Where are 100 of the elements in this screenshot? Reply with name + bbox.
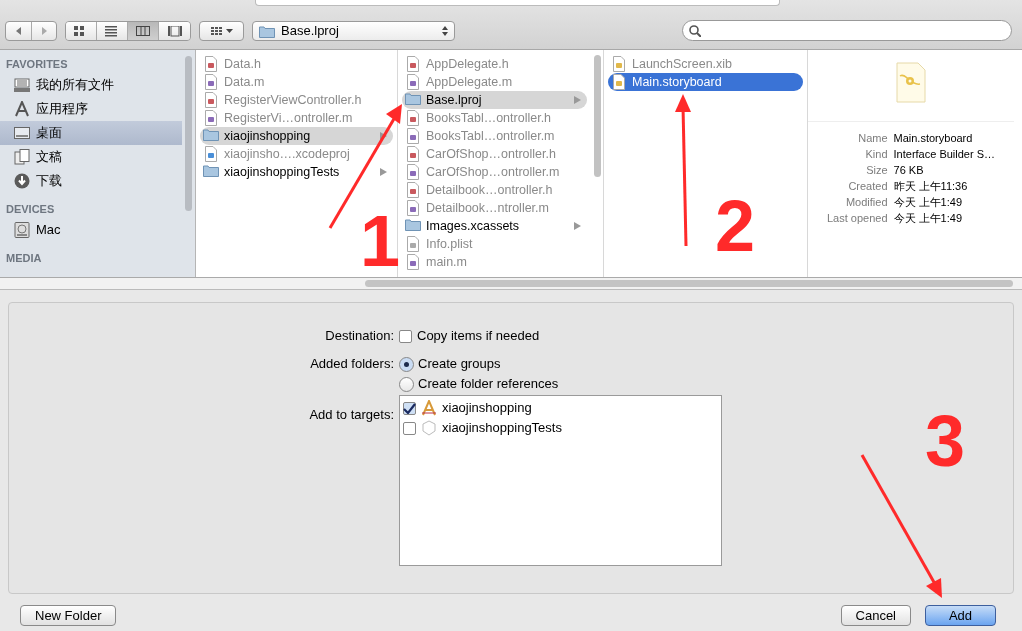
folder-icon — [405, 218, 421, 234]
info-label: Modified — [844, 195, 888, 210]
search-field[interactable] — [682, 20, 1012, 41]
file-icon — [611, 56, 627, 72]
file-icon — [203, 56, 219, 72]
info-label: Kind — [864, 147, 888, 162]
stepper-icon — [442, 26, 448, 36]
documents-icon — [14, 149, 30, 165]
checkbox-label: Copy items if needed — [417, 327, 540, 346]
view-button[interactable] — [66, 22, 97, 40]
list-view-icon — [105, 25, 119, 37]
forward-icon — [40, 26, 48, 36]
view-button[interactable] — [128, 22, 159, 40]
field-label: Add to targets: — [308, 406, 394, 424]
field-label: Added folders: — [309, 355, 394, 373]
target-name: xiaojinshopping — [442, 399, 532, 418]
cancel-button[interactable]: Cancel — [840, 605, 911, 626]
folder-icon — [203, 164, 219, 180]
info-value: Main.storyboard — [893, 131, 974, 146]
folder-icon — [405, 92, 421, 108]
test-target-icon — [421, 420, 437, 436]
add-button[interactable]: Add — [925, 605, 996, 626]
radio-label: Create groups — [418, 355, 501, 374]
check-icon — [403, 402, 416, 414]
folder-icon — [203, 128, 219, 144]
sidebar-item[interactable]: 我的所有文件 — [0, 73, 183, 97]
view-button[interactable] — [159, 22, 190, 40]
annotation-number: 3 — [925, 405, 966, 477]
sidebar-item[interactable]: 下载 — [0, 169, 183, 193]
info-value: 昨天 上午11:36 — [893, 179, 969, 194]
file-icon — [203, 74, 219, 90]
search-icon — [689, 24, 701, 37]
file-icon — [611, 74, 627, 90]
file-icon — [203, 110, 219, 126]
info-label: Created — [847, 179, 888, 194]
view-mode-control[interactable] — [65, 21, 191, 41]
sidebar-heading: FAVORITES — [5, 57, 69, 72]
path-popup[interactable]: Base.lproj — [252, 21, 455, 41]
annotation-number: 1 — [360, 205, 401, 277]
file-icon — [405, 146, 421, 162]
apps-icon — [14, 101, 30, 117]
sidebar-item[interactable]: Mac — [0, 218, 183, 242]
new-folder-button[interactable]: New Folder — [20, 605, 117, 626]
back-icon — [15, 26, 22, 36]
files-icon — [14, 77, 30, 93]
file-icon — [203, 92, 219, 108]
info-value: 76 KB — [893, 163, 925, 178]
arrange-button[interactable] — [199, 21, 244, 41]
disclosure-icon — [380, 168, 387, 176]
sidebar-heading: MEDIA — [5, 251, 43, 266]
target-name: xiaojinshoppingTests — [442, 419, 562, 438]
file-row[interactable]: Base.lproj — [402, 91, 587, 109]
sidebar-item[interactable]: 文稿 — [0, 145, 183, 169]
file-row[interactable]: xiaojinshopping — [200, 127, 393, 145]
scrollbar-thumb[interactable] — [593, 55, 601, 177]
disclosure-icon — [380, 132, 387, 140]
radio-label: Create folder references — [418, 375, 559, 394]
arrange-icon — [210, 27, 222, 35]
file-icon — [405, 164, 421, 180]
file-icon — [405, 236, 421, 252]
scrollbar-thumb[interactable] — [365, 280, 1013, 287]
file-icon — [405, 128, 421, 144]
disclosure-icon — [574, 222, 581, 230]
storyboard-file-icon — [896, 62, 926, 103]
file-icon — [405, 200, 421, 216]
info-label: Size — [865, 163, 888, 178]
file-row[interactable]: Images.xcassets — [402, 217, 587, 235]
file-icon — [405, 56, 421, 72]
info-value: 今天 上午1:49 — [893, 195, 963, 210]
file-row[interactable]: Main.storyboard — [608, 73, 803, 91]
file-icon — [405, 254, 421, 270]
checkbox[interactable] — [403, 421, 416, 435]
checkbox[interactable] — [399, 329, 412, 343]
sidebar-heading: DEVICES — [5, 202, 56, 217]
file-icon — [405, 110, 421, 126]
view-button[interactable] — [97, 22, 128, 40]
info-label: Last opened — [825, 211, 888, 226]
info-value: Interface Builder S… — [893, 147, 997, 162]
info-value: 今天 上午1:49 — [893, 211, 963, 226]
checkbox[interactable] — [403, 401, 416, 415]
file-icon — [405, 182, 421, 198]
app-target-icon — [421, 400, 437, 416]
scrollbar-thumb[interactable] — [185, 56, 193, 211]
file-row[interactable]: xiaojinshoppingTests — [200, 163, 393, 181]
disclosure-icon — [574, 96, 581, 104]
desktop-icon — [14, 125, 30, 141]
sidebar-item[interactable]: 桌面 — [0, 121, 183, 145]
radio-button[interactable] — [399, 376, 414, 392]
cover-flow-icon — [167, 25, 182, 37]
annotation-number: 2 — [715, 190, 756, 262]
folder-icon — [259, 24, 275, 38]
column-view-icon — [136, 25, 150, 37]
file-icon — [405, 74, 421, 90]
info-label: Name — [857, 131, 888, 146]
file-icon — [203, 146, 219, 162]
radio-button[interactable] — [399, 356, 414, 372]
caret-icon — [225, 29, 233, 33]
download-icon — [14, 173, 30, 189]
sidebar-item[interactable]: 应用程序 — [0, 97, 183, 121]
field-label: Destination: — [324, 327, 394, 345]
